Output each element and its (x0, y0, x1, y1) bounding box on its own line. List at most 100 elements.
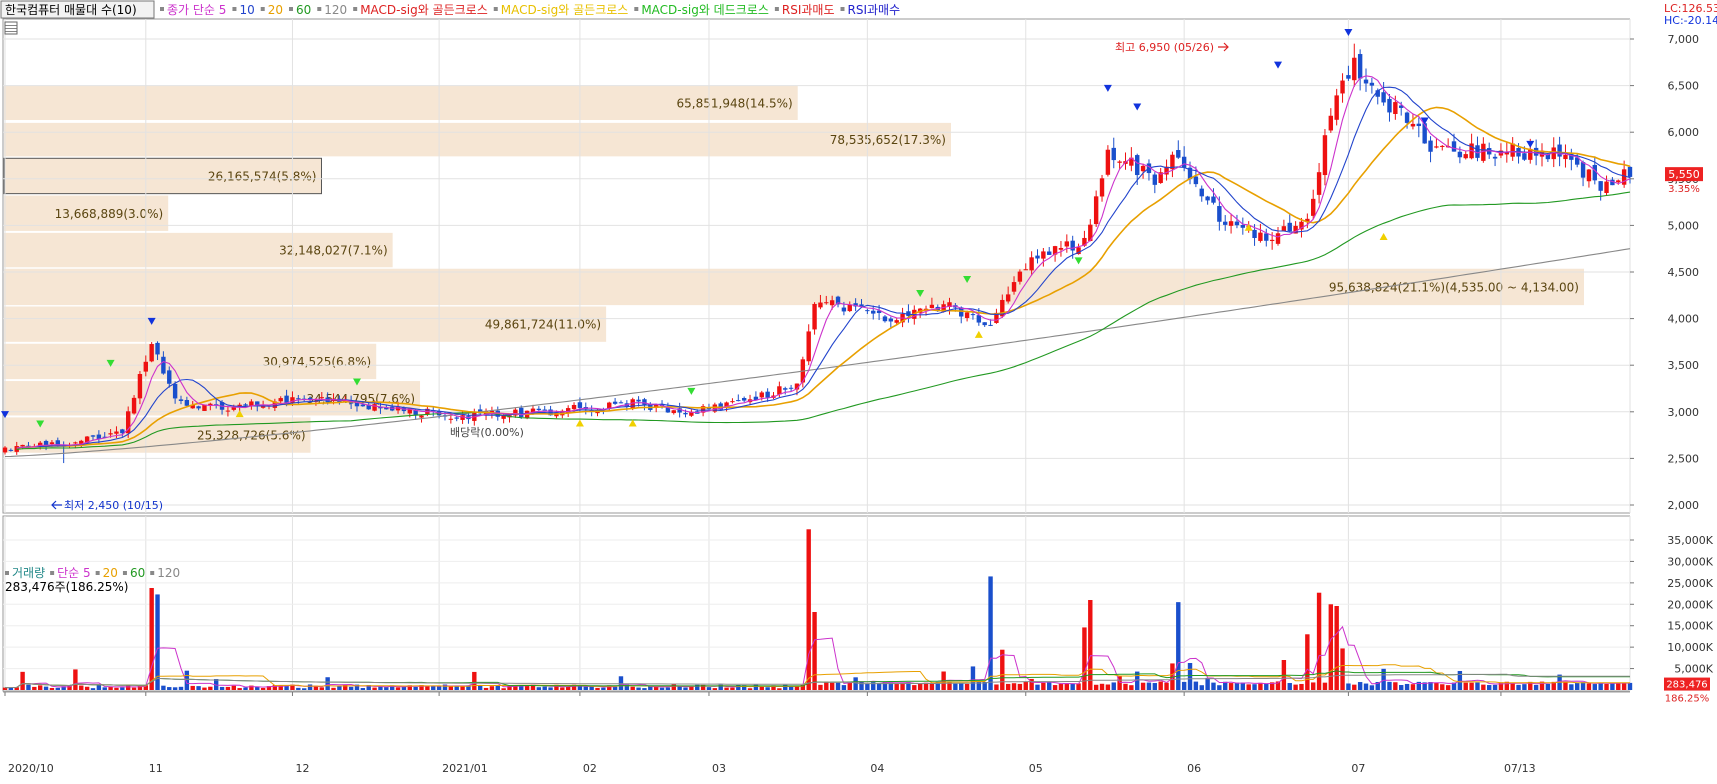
volume-bar (1047, 681, 1052, 690)
volume-bar (1099, 683, 1105, 690)
volume-bar (1064, 683, 1070, 690)
volume-profile-label: 13,668,889(3.0%) (55, 207, 164, 221)
candle-body (1287, 222, 1292, 232)
volume-bar (348, 686, 354, 690)
stock-chart[interactable]: 65,851,948(14.5%) 78,535,652(17.3%) 26,165… (0, 0, 1717, 780)
candle-body (1199, 188, 1204, 197)
candle-body (964, 312, 970, 318)
volume-bar (155, 594, 160, 690)
legend-bullet (840, 7, 845, 11)
x-tick-label: 11 (149, 762, 163, 775)
legend-bullet (160, 7, 164, 11)
candle-body (571, 404, 577, 410)
volume-bar (243, 687, 248, 690)
candle-body (1011, 282, 1017, 292)
candle-body (1492, 156, 1498, 159)
volume-bar (196, 686, 201, 690)
volume-bar (1005, 683, 1011, 690)
volume-bar (378, 686, 383, 690)
price-tick-label: 4,000 (1668, 313, 1700, 326)
candle-body (1316, 172, 1322, 195)
candle-body (167, 370, 172, 384)
candle-body (970, 314, 976, 316)
volume-bar (1592, 684, 1598, 690)
current-price-text: 5,550 (1668, 168, 1700, 181)
candle-body (1563, 154, 1568, 160)
candle-body (818, 302, 823, 308)
volume-bar (970, 666, 976, 690)
candle-body (1275, 233, 1281, 244)
volume-bar (1017, 683, 1023, 690)
candle-body (1340, 80, 1345, 94)
candle-body (1557, 144, 1562, 157)
volume-bar (964, 683, 970, 690)
volume-bar (818, 684, 823, 690)
candle-body (812, 303, 817, 330)
chart-canvas[interactable]: 65,851,948(14.5%) 78,535,652(17.3%) 26,165… (0, 0, 1717, 780)
legend-bullet (634, 7, 639, 11)
volume-bar (841, 685, 847, 690)
volume-bar (1463, 682, 1468, 690)
volume-bar (1129, 685, 1134, 690)
candle-body (243, 404, 248, 406)
volume-bar (829, 682, 835, 690)
volume-bar (49, 687, 55, 690)
candle-body (882, 316, 888, 322)
candle-body (1393, 102, 1398, 114)
volume-bar (1475, 682, 1480, 690)
candle-body (1176, 150, 1181, 158)
volume-bar (1228, 683, 1234, 690)
candle-body (894, 320, 899, 323)
volume-bar (912, 685, 917, 690)
candle-body (143, 361, 148, 372)
volume-bar (1023, 681, 1028, 690)
candle-body (155, 342, 160, 355)
legend-item: 60 (296, 3, 311, 17)
candle-body (249, 401, 254, 406)
volume-bar (1440, 684, 1445, 690)
candle-body (296, 398, 301, 400)
volume-bar (876, 683, 882, 690)
candle-body (1140, 165, 1146, 172)
volume-bar (1199, 685, 1204, 690)
volume-bar (706, 687, 712, 690)
volume-bar (477, 685, 483, 690)
candle-body (1223, 221, 1228, 225)
volume-bar (589, 686, 594, 690)
volume-tick-label: 10,000K (1667, 641, 1713, 654)
candle-body (988, 324, 993, 326)
volume-bar (102, 687, 107, 690)
volume-bar (495, 685, 500, 690)
volume-tick-label: 15,000K (1667, 620, 1713, 633)
candle-body (618, 402, 624, 404)
volume-bar (665, 687, 671, 690)
candle-body (1363, 79, 1369, 84)
legend-bullet (353, 7, 358, 11)
candle-body (1457, 151, 1463, 158)
volume-bar (1545, 683, 1551, 690)
candle-body (1451, 141, 1457, 152)
volume-bar (1164, 682, 1169, 690)
volume-bar (1516, 684, 1521, 690)
volume-bar (1627, 682, 1633, 690)
table-icon (4, 21, 18, 35)
candle-body (1117, 161, 1122, 163)
candle-body (1035, 255, 1040, 259)
candle-body (1193, 176, 1199, 185)
volume-bar (1322, 682, 1328, 690)
volume-bar (1434, 682, 1439, 690)
volume-profile-label: 26,165,574(5.8%) (208, 169, 317, 183)
candle-body (184, 400, 190, 406)
volume-bar (577, 686, 583, 690)
price-tick-label: 2,500 (1668, 452, 1700, 465)
volume-bar (548, 687, 553, 690)
volume-bar (747, 688, 753, 690)
volume-bar (1410, 684, 1416, 690)
candle-body (612, 401, 618, 404)
legend-item: 20 (268, 3, 283, 17)
volume-bar (1569, 684, 1574, 690)
volume-bar (1211, 682, 1216, 690)
candle-body (1252, 229, 1257, 238)
candle-body (1352, 57, 1357, 81)
candle-body (354, 403, 360, 407)
